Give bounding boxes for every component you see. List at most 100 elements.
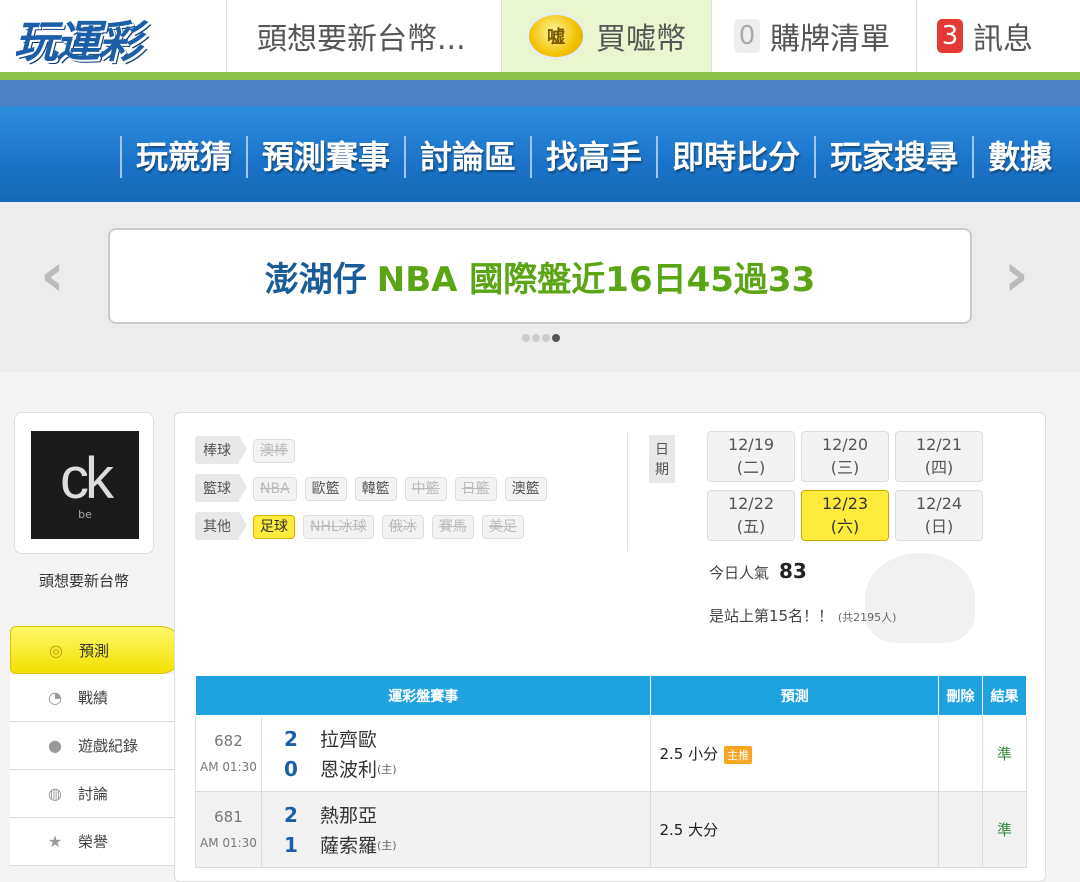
filter-chip[interactable]: 澳棒 [253,439,295,463]
nav-item[interactable]: 玩競猜 [120,136,246,178]
coin-icon: 嘘 [526,12,586,60]
site-rank: 是站上第15名！！ (共2195人) [709,605,896,626]
filter-label-other: 其他 [195,512,247,540]
promo-banner[interactable]: 澎湖仔 NBA 國際盤近16日45過33 [108,228,972,324]
side-menu: ◎ 預測 ◔ 戰績 ● 遊戲紀錄 ◍ 討論 ★ 榮譽 [10,626,184,866]
delete-cell[interactable] [938,791,984,868]
match-id-cell: 681 AM 01:30 [195,791,262,868]
nav-item[interactable]: 即時比分 [656,136,814,178]
rank-text: 是站上第15名！！ [709,607,834,625]
filter-chip[interactable]: 中籃 [404,477,447,501]
match-time: AM 01:30 [199,759,257,774]
nav-item[interactable]: 預測賽事 [246,136,404,178]
medal-icon: ★ [47,832,63,851]
filter-chip[interactable]: NBA [253,477,297,501]
next-arrow-icon[interactable]: › [1004,240,1029,310]
team-name[interactable]: 恩波利 [320,755,377,782]
filter-chip[interactable]: 韓籃 [354,477,397,501]
filter-chip[interactable]: 足球 [253,515,295,539]
team-name[interactable]: 熱那亞 [320,801,377,828]
message-tab[interactable]: 3 訊息 [916,0,1080,72]
team-name[interactable]: 薩索羅 [320,831,377,858]
site-logo[interactable]: 玩運彩 [14,6,204,68]
carousel-dots[interactable] [522,334,560,342]
filter-chip[interactable]: 歐籃 [304,477,347,501]
team-name[interactable]: 拉齊歐 [320,725,377,752]
date-chip[interactable]: 12/24 (日) [895,490,983,541]
side-item-label: 榮譽 [78,833,109,851]
side-item-label: 戰績 [78,689,109,707]
filter-chip[interactable]: 俄冰 [381,515,424,539]
filter-row-basketball: 籃球 NBA 歐籃 韓籃 中籃 日籃 澳籃 [195,469,555,507]
nav-item[interactable]: 討論區 [404,136,530,178]
date-chip[interactable]: 12/20 (三) [801,431,889,482]
match-id: 682 [214,731,243,750]
col-header-match: 運彩盤賽事 [194,675,652,716]
banner-record: NBA 國際盤近16日45過33 [376,259,816,300]
side-item-0[interactable]: ◎ 預測 [10,626,184,674]
message-label: 訊息 [973,22,1033,57]
avatar-card: ck be [14,412,154,554]
prediction-cell: 2.5 小分 主推 [650,715,940,792]
record-icon: ◔ [48,688,62,707]
filter-chip[interactable]: 澳籃 [504,477,547,501]
featured-badge: 主推 [724,745,753,764]
side-item-2[interactable]: ● 遊戲紀錄 [10,722,174,770]
chat-icon: ◍ [48,784,62,803]
result-cell: 準 [982,791,1027,868]
divider [627,433,628,551]
team-score: 2 [283,726,298,751]
side-item-4[interactable]: ★ 榮譽 [10,818,174,866]
side-item-3[interactable]: ◍ 討論 [10,770,174,818]
date-chip[interactable]: 12/22 (五) [707,490,795,541]
circle-icon: ● [48,736,62,755]
carousel-dot[interactable] [542,334,550,342]
message-count-badge: 3 [937,19,963,53]
prev-arrow-icon[interactable]: ‹ [40,240,65,310]
cart-label: 購牌清單 [770,22,890,57]
user-tab-label: 頭想要新台幣... [257,22,466,57]
date-chip[interactable]: 12/21 (四) [895,431,983,482]
nav-item[interactable]: 找高手 [530,136,656,178]
carousel-dot-active[interactable] [552,334,560,342]
delete-cell[interactable] [938,715,984,792]
prediction-cell: 2.5 大分 [650,791,940,868]
popularity-label: 今日人氣 [709,564,770,582]
carousel-dot[interactable] [522,334,530,342]
cart-count-badge: 0 [734,19,760,53]
result-cell: 準 [982,715,1027,792]
avatar-logo-text: ck [60,445,114,511]
popularity-value: 83 [779,559,807,583]
team-score: 0 [283,756,298,781]
side-item-1[interactable]: ◔ 戰績 [10,674,174,722]
filter-chip[interactable]: 賽馬 [431,515,474,539]
team-line: 0 恩波利 (主) [284,754,651,784]
carousel-dot[interactable] [532,334,540,342]
team-line: 1 薩索羅 (主) [284,830,651,860]
filter-row-other: 其他 足球 NHL冰球 俄冰 賽馬 美足 [195,507,555,545]
nav-item[interactable]: 玩家搜尋 [814,136,972,178]
user-tab[interactable]: 頭想要新台幣... [226,0,501,72]
filter-chip[interactable]: NHL冰球 [303,515,374,539]
main-panel: 棒球 澳棒 籃球 NBA 歐籃 韓籃 中籃 日籃 澳籃 其他 足球 NHL冰球 俄冰 賽馬 美足 … [174,412,1046,882]
match-id-cell: 682 AM 01:30 [195,715,262,792]
target-icon: ◎ [49,640,63,660]
nav-item[interactable]: 數據 [972,136,1066,178]
filter-chip[interactable]: 美足 [481,515,524,539]
buy-coin-tab[interactable]: 嘘 買嘘幣 [501,0,711,72]
table-row[interactable]: 682 AM 01:30 2 拉齊歐 0 恩波利 (主) 2.5 小分 主推準 [195,715,1027,792]
cart-tab[interactable]: 0 購牌清單 [711,0,916,72]
side-item-label: 預測 [79,641,110,660]
banner-expert-name: 澎湖仔 [264,259,367,300]
table-row[interactable]: 681 AM 01:30 2 熱那亞 1 薩索羅 (主) 2.5 大分 準 [195,791,1027,868]
date-chip[interactable]: 12/23 (六) [801,490,889,541]
mascot-image [865,553,975,643]
top-bar: 玩運彩 頭想要新台幣... 嘘 買嘘幣 0 購牌清單 3 訊息 [0,0,1080,80]
side-item-label: 遊戲紀錄 [78,737,139,755]
sport-filters: 棒球 澳棒 籃球 NBA 歐籃 韓籃 中籃 日籃 澳籃 其他 足球 NHL冰球 俄冰 賽馬 美足 [195,431,555,545]
avatar[interactable]: ck be [31,431,139,539]
match-id: 681 [214,807,243,826]
popularity: 今日人氣 83 [709,559,807,583]
date-chip[interactable]: 12/19 (二) [707,431,795,482]
filter-chip[interactable]: 日籃 [454,477,497,501]
